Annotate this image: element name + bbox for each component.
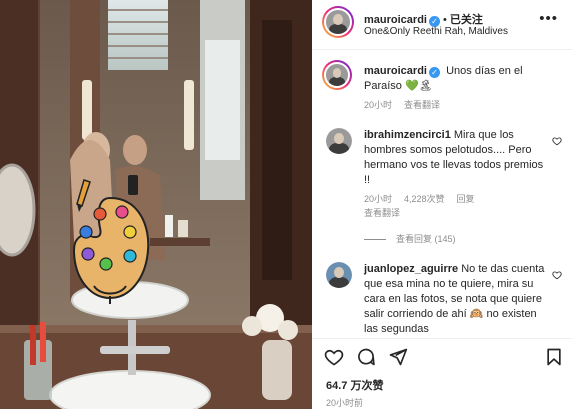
view-replies-label: 查看回复 (145) [396, 234, 456, 244]
comment-text-block: ibrahimzencirci1 Mira que los hombres so… [364, 128, 546, 188]
caption-translate-link[interactable]: 查看翻译 [404, 100, 440, 110]
view-replies-button[interactable]: 查看回复 (145) [364, 232, 456, 245]
post-photo[interactable] [0, 0, 312, 409]
caption-username[interactable]: mauroicardi [364, 65, 427, 77]
reply-button[interactable]: 回复 [457, 194, 475, 204]
commenter-username[interactable]: ibrahimzencirci1 [364, 129, 451, 141]
caption-avatar[interactable] [322, 60, 352, 90]
post-header: mauroicardi ✓ • 已关注 One&Only Reethi Rah, Ma… [312, 0, 572, 50]
caption-time: 20小时 [364, 100, 393, 110]
post-location[interactable]: One&Only Reethi Rah, Maldives [364, 26, 508, 37]
heart-icon[interactable] [552, 270, 562, 280]
comment-text-block: juanlopez_aguirre No te das cuenta que e… [364, 262, 546, 337]
caption-meta: 20小时 查看翻译 [364, 98, 452, 111]
post-sidebar: mauroicardi ✓ • 已关注 One&Only Reethi Rah, Ma… [312, 0, 572, 409]
comment-time: 20小时 [364, 194, 393, 204]
commenter-avatar[interactable] [326, 262, 352, 288]
likes-count[interactable]: 64.7 万次赞 [326, 377, 383, 393]
comment-icon[interactable] [356, 347, 376, 367]
separator-dot: • [442, 14, 447, 26]
heart-icon[interactable] [324, 347, 344, 367]
commenter-username[interactable]: juanlopez_aguirre [364, 263, 458, 275]
caption-text-block: mauroicardi ✓ Unos días en el Paraíso 💚🏝 [364, 64, 546, 94]
comment-meta: 20小时 4,228次赞 回复 [364, 192, 487, 205]
author-username[interactable]: mauroicardi [364, 14, 427, 26]
comment-translate-link[interactable]: 查看翻译 [364, 206, 400, 219]
author-avatar[interactable] [322, 6, 354, 38]
action-bar [312, 338, 572, 372]
palette-sticker-icon [72, 179, 150, 304]
replies-divider [364, 239, 386, 241]
more-icon[interactable]: ••• [539, 10, 558, 27]
comment-likes[interactable]: 4,228次赞 [404, 194, 445, 204]
post-timestamp: 20小时前 [326, 398, 364, 408]
commenter-avatar[interactable] [326, 128, 352, 154]
share-icon[interactable] [388, 347, 408, 367]
verified-badge-icon: ✓ [428, 67, 440, 78]
post-image [0, 0, 312, 409]
follow-button[interactable]: 已关注 [450, 14, 483, 26]
bookmark-icon[interactable] [544, 347, 564, 367]
heart-icon[interactable] [552, 136, 562, 146]
